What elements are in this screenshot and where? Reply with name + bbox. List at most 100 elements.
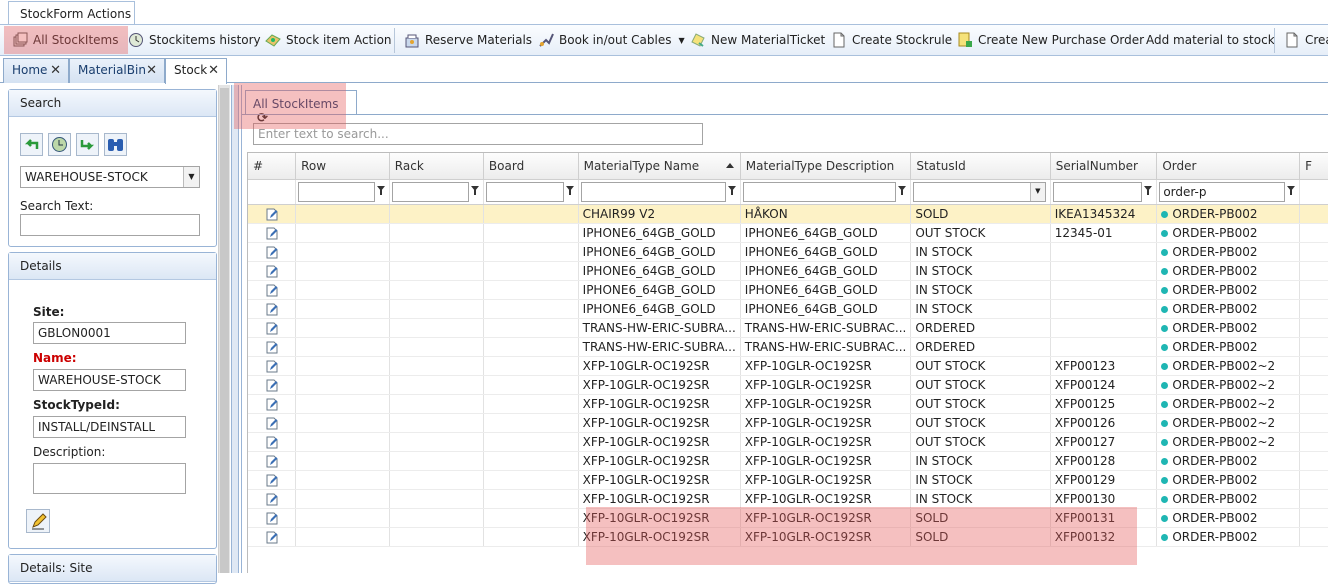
filter-funnel-icon[interactable] (376, 185, 385, 195)
table-row[interactable]: TRANS-HW-ERIC-SUBRA... TRANS-HW-ERIC-SUBR… (248, 318, 1328, 338)
table-row[interactable]: TRANS-HW-ERIC-SUBRA... TRANS-HW-ERIC-SUBR… (248, 337, 1328, 357)
column-header-index[interactable]: # (248, 153, 297, 180)
chevron-down-icon[interactable]: ▼ (1029, 182, 1045, 201)
table-row[interactable]: IPHONE6_64GB_GOLD IPHONE6_64GB_GOLD OUT ST… (248, 223, 1328, 243)
site-field[interactable]: GBLON0001 (33, 322, 186, 344)
filter-funnel-icon[interactable] (898, 185, 907, 195)
table-row[interactable]: IPHONE6_64GB_GOLD IPHONE6_64GB_GOLD IN STO… (248, 299, 1328, 319)
stock-item-action-button[interactable]: Stock item Action (265, 25, 392, 55)
order-value[interactable]: ORDER-PB002 (1172, 321, 1257, 335)
order-value[interactable]: ORDER-PB002 (1172, 454, 1257, 468)
filter-input-board[interactable] (485, 181, 574, 202)
filter-funnel-icon[interactable] (565, 185, 574, 195)
forward-arrow-icon[interactable] (76, 133, 99, 156)
details-site-panel-title[interactable]: Details: Site (9, 555, 216, 582)
order-value[interactable]: ORDER-PB002 (1172, 283, 1257, 297)
order-value[interactable]: ORDER-PB002 (1172, 492, 1257, 506)
ribbon-tab-stockform-actions[interactable]: StockForm Actions (8, 1, 135, 25)
table-row[interactable]: XFP-10GLR-OC192SR XFP-10GLR-OC192SR OUT ST… (248, 413, 1328, 433)
column-header-statusid[interactable]: StatusId (910, 153, 1051, 180)
column-header-rack[interactable]: Rack (389, 153, 484, 180)
name-field[interactable]: WAREHOUSE-STOCK (33, 369, 186, 391)
tab-materialbin[interactable]: MaterialBin ✕ (69, 58, 165, 83)
filter-input-rack[interactable] (391, 181, 479, 202)
table-row[interactable]: XFP-10GLR-OC192SR XFP-10GLR-OC192SR SOLD XF… (248, 527, 1328, 547)
table-row[interactable]: XFP-10GLR-OC192SR XFP-10GLR-OC192SR OUT ST… (248, 375, 1328, 395)
create-stockrule-button[interactable]: Create Stockrule (831, 25, 952, 55)
column-header-materialtype-description[interactable]: MaterialType Description (740, 153, 912, 180)
scrollbar-thumb[interactable] (220, 88, 229, 573)
edit-row-icon[interactable] (266, 474, 278, 487)
close-icon[interactable]: ✕ (50, 63, 61, 78)
new-materialticket-button[interactable]: New MaterialTicket (690, 25, 825, 55)
book-cables-button[interactable]: Book in/out Cables ▼ (538, 25, 685, 55)
table-row[interactable]: XFP-10GLR-OC192SR XFP-10GLR-OC192SR IN STO… (248, 489, 1328, 509)
filter-input-row[interactable] (298, 181, 385, 202)
tab-home[interactable]: Home ✕ (3, 58, 69, 83)
order-value[interactable]: ORDER-PB002 (1172, 264, 1257, 278)
description-field[interactable] (33, 463, 186, 494)
order-value[interactable]: ORDER-PB002~2 (1172, 435, 1275, 449)
filter-funnel-icon[interactable] (727, 185, 736, 195)
order-value[interactable]: ORDER-PB002 (1172, 207, 1257, 221)
edit-row-icon[interactable] (266, 417, 278, 430)
column-header-board[interactable]: Board (483, 153, 579, 180)
add-material-button[interactable]: Add material to stock (1146, 25, 1275, 55)
filter-input-order[interactable]: order-p (1159, 181, 1296, 202)
tab-stock[interactable]: Stock ✕ (165, 58, 227, 84)
edit-row-icon[interactable] (266, 341, 278, 354)
column-header-serialnumber[interactable]: SerialNumber (1050, 153, 1158, 180)
filter-input-materialtype-name[interactable] (580, 181, 736, 202)
edit-row-icon[interactable] (266, 360, 278, 373)
refresh-icon[interactable] (48, 133, 71, 156)
column-header-order[interactable]: Order (1156, 153, 1301, 180)
order-value[interactable]: ORDER-PB002 (1172, 340, 1257, 354)
warehouse-select[interactable]: WAREHOUSE-STOCK ▼ (20, 166, 200, 188)
binoculars-icon[interactable] (104, 133, 127, 156)
order-value[interactable]: ORDER-PB002 (1172, 226, 1257, 240)
table-row[interactable]: XFP-10GLR-OC192SR XFP-10GLR-OC192SR IN STO… (248, 451, 1328, 471)
order-value[interactable]: ORDER-PB002~2 (1172, 359, 1275, 373)
table-row[interactable]: XFP-10GLR-OC192SR XFP-10GLR-OC192SR OUT ST… (248, 432, 1328, 452)
search-text-input[interactable] (20, 214, 200, 236)
edit-row-icon[interactable] (266, 265, 278, 278)
left-pane-scrollbar[interactable] (218, 85, 230, 573)
order-value[interactable]: ORDER-PB002 (1172, 302, 1257, 316)
close-icon[interactable]: ✕ (146, 63, 157, 78)
chevron-down-icon[interactable]: ▼ (183, 167, 199, 187)
edit-pencil-icon[interactable] (26, 509, 50, 533)
column-header-materialtype-name[interactable]: MaterialType Name (578, 153, 741, 180)
edit-row-icon[interactable] (266, 398, 278, 411)
edit-row-icon[interactable] (266, 284, 278, 297)
edit-row-icon[interactable] (266, 436, 278, 449)
column-header-row[interactable]: Row (295, 153, 390, 180)
order-value[interactable]: ORDER-PB002 (1172, 245, 1257, 259)
edit-row-icon[interactable] (266, 531, 278, 544)
edit-row-icon[interactable] (266, 379, 278, 392)
create-purchase-order-button[interactable]: Create New Purchase Order (957, 25, 1144, 55)
table-row[interactable]: CHAIR99 V2 HÅKON SOLD IKEA1345324 ORDER-PB00… (248, 204, 1328, 224)
edit-row-icon[interactable] (266, 512, 278, 525)
order-value[interactable]: ORDER-PB002 (1172, 530, 1257, 544)
table-row[interactable]: IPHONE6_64GB_GOLD IPHONE6_64GB_GOLD IN STO… (248, 242, 1328, 262)
filter-input-serialnumber[interactable] (1052, 181, 1153, 202)
table-row[interactable]: IPHONE6_64GB_GOLD IPHONE6_64GB_GOLD IN STO… (248, 280, 1328, 300)
pane-splitter[interactable] (231, 85, 239, 573)
reserve-materials-button[interactable]: Reserve Materials (404, 25, 532, 55)
edit-row-icon[interactable] (266, 493, 278, 506)
order-value[interactable]: ORDER-PB002 (1172, 511, 1257, 525)
grid-search-input[interactable]: Enter text to search... (253, 123, 703, 145)
create-button-truncated[interactable]: Crea (1284, 25, 1328, 55)
filter-funnel-icon[interactable] (1144, 185, 1153, 195)
filter-input-materialtype-description[interactable] (742, 181, 907, 202)
order-value[interactable]: ORDER-PB002~2 (1172, 397, 1275, 411)
edit-row-icon[interactable] (266, 322, 278, 335)
edit-row-icon[interactable] (266, 227, 278, 240)
chevron-down-icon[interactable]: ▼ (678, 36, 684, 45)
stockitems-history-button[interactable]: Stockitems history (128, 25, 261, 55)
filter-funnel-icon[interactable] (1287, 185, 1296, 195)
table-row[interactable]: IPHONE6_64GB_GOLD IPHONE6_64GB_GOLD IN STO… (248, 261, 1328, 281)
all-stockitems-button[interactable]: All StockItems (12, 25, 118, 55)
back-arrow-icon[interactable] (20, 133, 43, 156)
close-icon[interactable]: ✕ (208, 63, 219, 78)
